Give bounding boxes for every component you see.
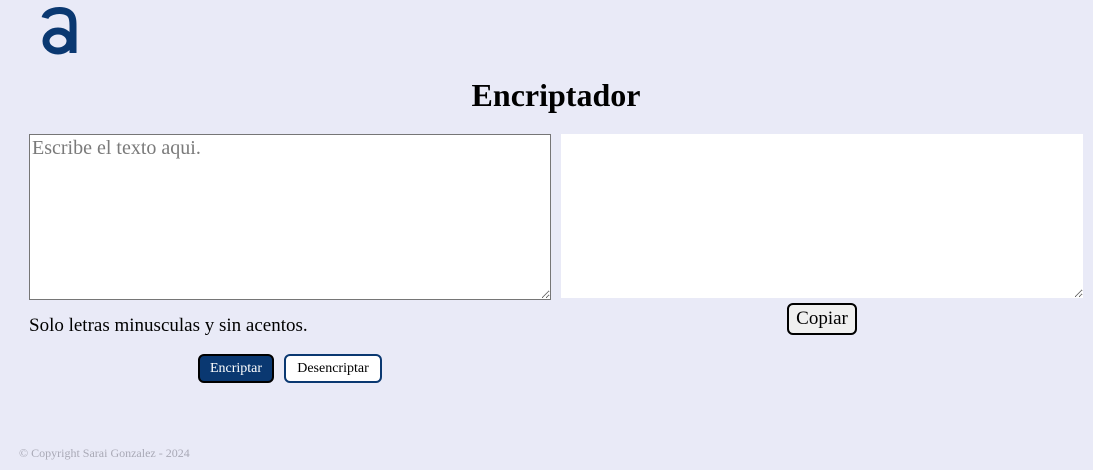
encrypter-page: Encriptador Solo letras minusculas y sin… <box>0 0 1093 470</box>
copyright-footer: © Copyright Sarai Gonzalez - 2024 <box>19 446 190 460</box>
decrypt-button[interactable]: Desencriptar <box>284 354 382 383</box>
page-title: Encriptador <box>471 77 641 113</box>
encrypt-button[interactable]: Encriptar <box>198 354 274 383</box>
input-text-area[interactable] <box>29 134 551 300</box>
output-text-area[interactable] <box>561 134 1083 298</box>
alura-a-logo-icon <box>41 7 77 55</box>
input-hint: Solo letras minusculas y sin acentos. <box>29 315 308 336</box>
copy-button[interactable]: Copiar <box>787 303 857 335</box>
